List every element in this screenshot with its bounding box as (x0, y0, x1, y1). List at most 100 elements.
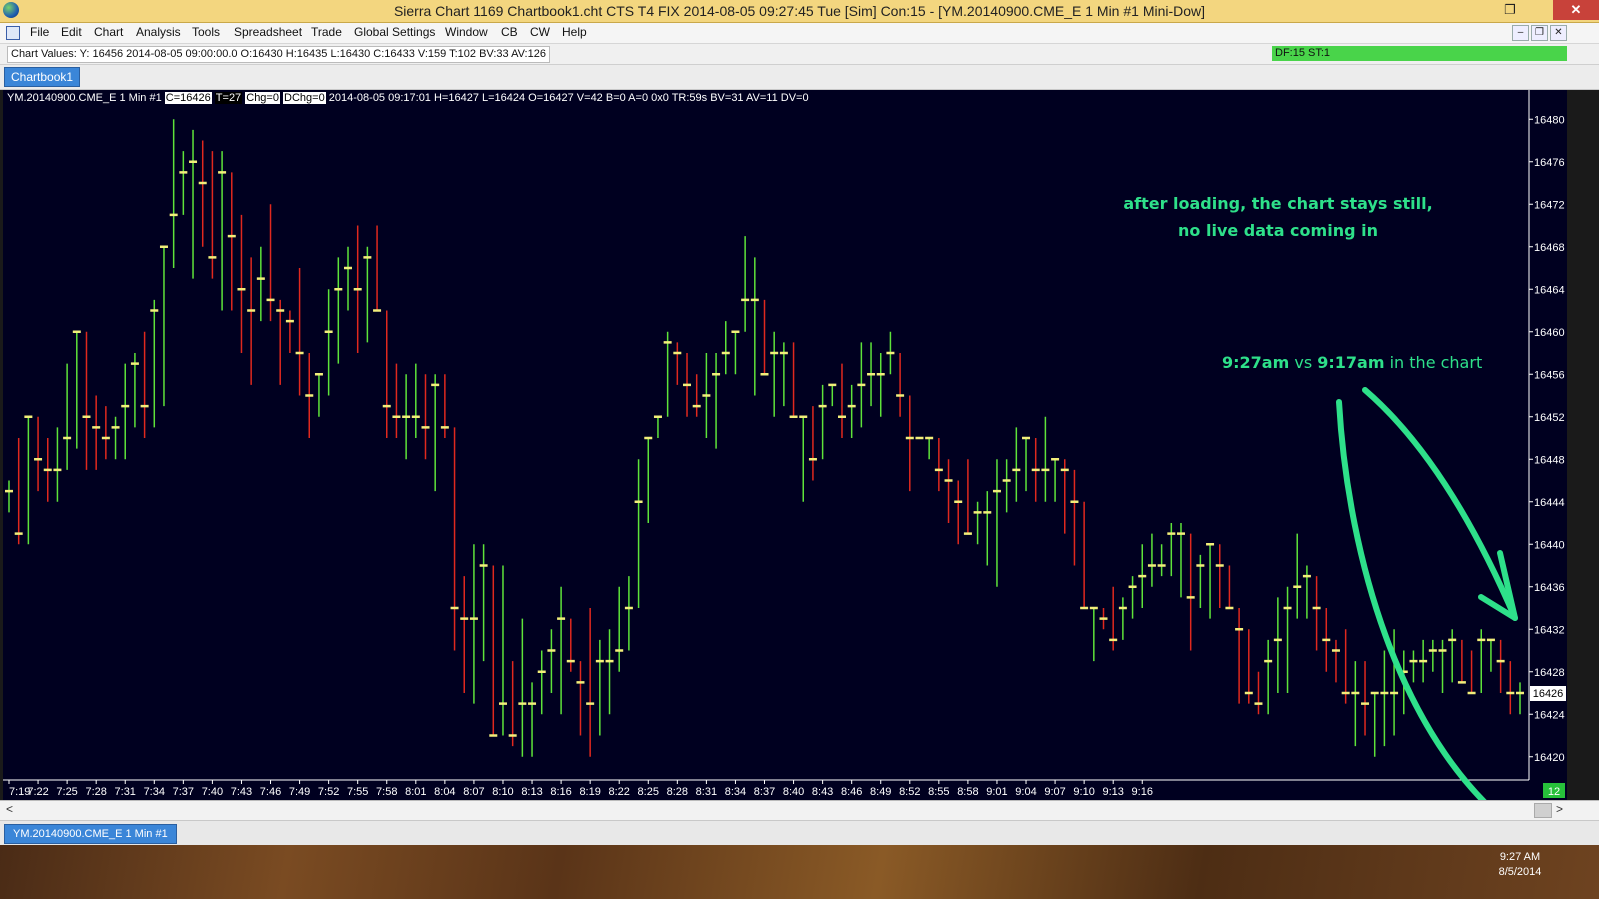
price-bar (1341, 629, 1350, 704)
menu-cb[interactable]: CB (501, 25, 518, 39)
chart-scrollbar[interactable]: < > (0, 800, 1599, 820)
price-bar (1361, 661, 1370, 736)
price-bar (1080, 501, 1089, 610)
price-bar (518, 618, 527, 757)
price-bar (460, 576, 469, 693)
price-bar (421, 374, 430, 460)
menu-bar: File Edit Chart Analysis Tools Spreadshe… (0, 23, 1599, 44)
price-axis-labels: 16480 16476 16472 16468 16464 16460 16456 16452… (1529, 114, 1565, 764)
price-bar (557, 586, 566, 715)
price-bar (770, 331, 779, 417)
price-bar (634, 459, 643, 608)
tab-chart-ym[interactable]: YM.20140900.CME_E 1 Min #1 (4, 824, 177, 844)
menu-file[interactable]: File (30, 25, 49, 39)
price-bar (276, 299, 285, 385)
price-bar (479, 544, 488, 662)
price-bar (944, 459, 953, 523)
price-bar (1331, 639, 1340, 683)
mdi-restore-button[interactable]: ❐ (1531, 25, 1548, 41)
price-bar (198, 140, 207, 247)
price-bar (683, 353, 692, 417)
price-bar (24, 415, 33, 545)
menu-spreadsheet[interactable]: Spreadsheet (234, 25, 302, 39)
time-tick-label: 8:34 (725, 786, 746, 798)
price-bar (1322, 608, 1331, 672)
price-bar (218, 151, 227, 311)
price-bar (973, 501, 982, 545)
price-bar (72, 330, 81, 449)
price-bar (53, 427, 62, 502)
time-tick-label: 8:43 (812, 786, 833, 798)
annotation-no-live-data: after loading, the chart stays still, no… (1058, 190, 1498, 244)
clock-date: 8/5/2014 (1498, 866, 1542, 878)
time-tick-label: 8:31 (696, 786, 717, 798)
annotation-line-1: after loading, the chart stays still, (1123, 194, 1433, 213)
menu-cw[interactable]: CW (530, 25, 550, 39)
price-bar (1070, 469, 1079, 566)
close-button[interactable]: ✕ (1553, 0, 1599, 20)
document-icon[interactable] (6, 26, 20, 40)
menu-edit[interactable]: Edit (61, 25, 82, 39)
price-bar (934, 438, 943, 492)
taskbar-clock[interactable]: 9:27 AM 8/5/2014 (1490, 850, 1550, 880)
time-tick-label: 8:37 (754, 786, 775, 798)
chart-area[interactable]: 16480 16476 16472 16468 16464 16460 16456 16452… (3, 90, 1567, 800)
price-bar (653, 415, 662, 438)
price-bar (208, 151, 217, 279)
menu-trade[interactable]: Trade (311, 25, 342, 39)
menu-window[interactable]: Window (445, 25, 488, 39)
header-bar-details: 2014-08-05 09:17:01 H=16427 L=16424 O=16… (328, 92, 809, 104)
time-tick-label: 9:16 (1132, 786, 1153, 798)
price-bar (169, 119, 178, 268)
time-tick-label: 7:55 (347, 786, 368, 798)
price-bar (1273, 597, 1282, 693)
chartbook-tab-bar: Chartbook1 (0, 65, 1599, 90)
menu-help[interactable]: Help (562, 25, 587, 39)
price-bar (528, 682, 537, 757)
price-bar (963, 459, 972, 535)
price-bar (237, 214, 246, 353)
time-tick-label: 9:01 (986, 786, 1007, 798)
price-bar (247, 257, 256, 385)
restore-button[interactable]: ❐ (1500, 0, 1520, 20)
price-bar (1428, 639, 1437, 672)
scroll-thumb[interactable] (1534, 803, 1552, 818)
annotation-arrow-right (1362, 387, 1518, 621)
price-bar (1351, 661, 1360, 747)
annotation-time-mismatch: 9:27am vs 9:17am in the chart (1222, 353, 1482, 372)
price-bar (1031, 438, 1040, 502)
menu-analysis[interactable]: Analysis (136, 25, 181, 39)
price-bar (867, 342, 876, 407)
price-bar (1089, 606, 1098, 662)
price-bar (1457, 639, 1466, 684)
time-tick-label: 8:46 (841, 786, 862, 798)
price-bar (1041, 416, 1050, 502)
tab-chartbook1[interactable]: Chartbook1 (4, 67, 81, 87)
mdi-minimize-button[interactable]: – (1512, 25, 1529, 41)
scroll-left-icon[interactable]: < (6, 802, 13, 816)
time-tick-label: 7:31 (115, 786, 136, 798)
price-bar (489, 565, 498, 737)
price-bar (702, 353, 711, 438)
scroll-right-icon[interactable]: > (1556, 802, 1563, 816)
price-bar (876, 353, 885, 417)
price-bar (1157, 544, 1166, 577)
price-bar (566, 618, 575, 672)
time-tick-label: 7:40 (202, 786, 223, 798)
menu-global-settings[interactable]: Global Settings (354, 25, 435, 39)
mdi-close-button[interactable]: ✕ (1550, 25, 1567, 41)
price-bar (344, 246, 353, 311)
menu-chart[interactable]: Chart (94, 25, 123, 39)
annotation-time-chart: 9:17am (1317, 353, 1385, 372)
price-bar (537, 650, 546, 715)
menu-tools[interactable]: Tools (192, 25, 220, 39)
price-bar (1496, 639, 1505, 693)
chart-header: YM.20140900.CME_E 1 Min #1 C=16426 T=27 … (7, 91, 809, 106)
time-tick-label: 7:34 (144, 786, 165, 798)
time-tick-label: 8:01 (405, 786, 426, 798)
price-bar (837, 363, 846, 438)
price-bar (605, 629, 614, 715)
time-tick-label: 7:46 (260, 786, 281, 798)
price-tick-label: 16448 (1534, 454, 1565, 466)
price-bar (1147, 533, 1156, 587)
